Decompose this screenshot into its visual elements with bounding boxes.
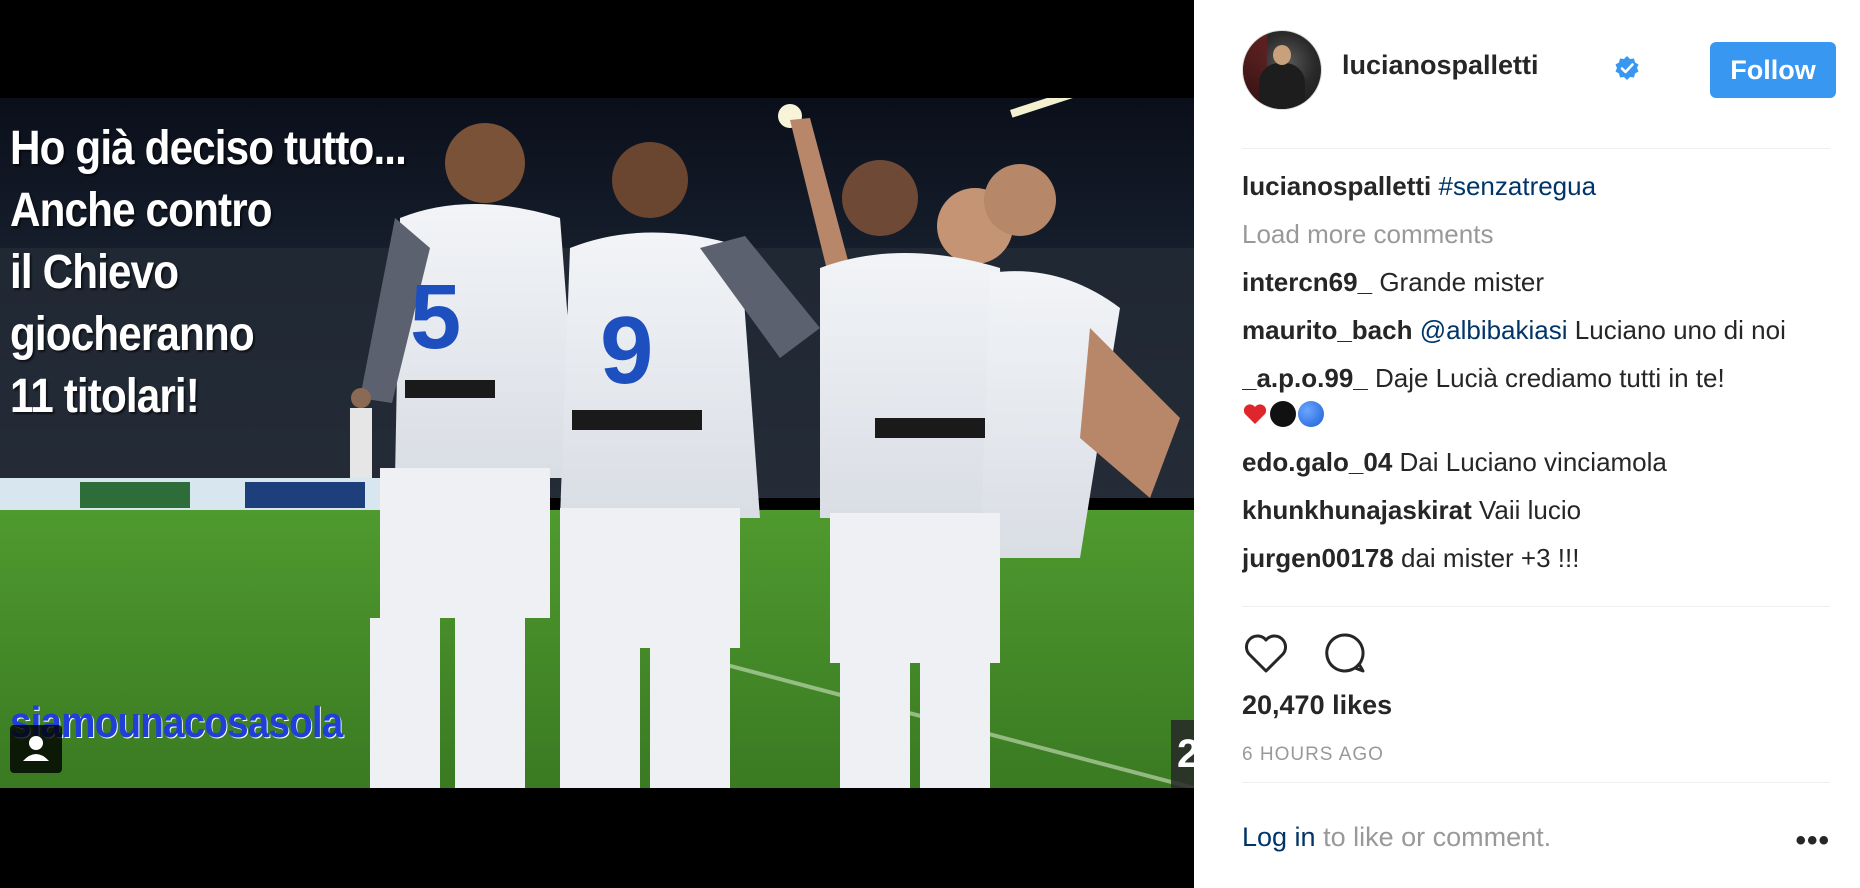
likes-count[interactable]: 20,470 likes	[1242, 690, 1392, 721]
image-overlay-text: Ho già deciso tutto... Anche contro il C…	[10, 118, 407, 428]
blue-circle-icon	[1298, 401, 1324, 427]
jersey-number-middle: 9	[600, 297, 653, 404]
jersey-number-left: 5	[410, 266, 461, 368]
comment-text: Grande mister	[1379, 267, 1545, 297]
verified-badge-icon	[1615, 56, 1639, 80]
divider	[1242, 148, 1830, 149]
load-more-comments[interactable]: Load more comments	[1242, 216, 1822, 252]
comments-list[interactable]: lucianospalletti #senzatregua Load more …	[1242, 168, 1822, 606]
overlay-line: Ho già deciso tutto...	[10, 122, 407, 175]
login-prompt: Log in to like or comment.	[1242, 822, 1551, 853]
post-photo: 5 9 Ho già deciso tutto... Anche contro …	[0, 98, 1194, 788]
comment-username[interactable]: jurgen00178	[1242, 543, 1394, 573]
comment-item: edo.galo_04 Dai Luciano vinciamola	[1242, 444, 1822, 480]
overlay-line: il Chievo	[10, 246, 179, 299]
comment-item: jurgen00178 dai mister +3 !!!	[1242, 540, 1822, 576]
carousel-next-button[interactable]: 2	[1171, 720, 1194, 788]
comment-username[interactable]: _a.p.o.99_	[1242, 363, 1368, 393]
comment-item: _a.p.o.99_ Daje Lucià crediamo tutti in …	[1242, 360, 1822, 432]
comment-username[interactable]: intercn69_	[1242, 267, 1372, 297]
login-link[interactable]: Log in	[1242, 822, 1316, 852]
post-media[interactable]: 5 9 Ho già deciso tutto... Anche contro …	[0, 0, 1194, 888]
comment-text: Vaii lucio	[1478, 495, 1582, 525]
comment-item: intercn69_ Grande mister	[1242, 264, 1822, 300]
like-heart-icon[interactable]	[1242, 630, 1290, 676]
comment-text: Daje Lucià crediamo tutti in te!	[1374, 363, 1725, 393]
comment-text: dai mister +3 !!!	[1400, 543, 1580, 573]
divider	[1242, 782, 1830, 783]
comment-bubble-icon[interactable]	[1322, 630, 1368, 676]
red-heart-icon	[1242, 400, 1268, 426]
caption-hashtag[interactable]: #senzatregua	[1439, 171, 1597, 201]
comment-text: Luciano uno di noi	[1574, 315, 1786, 345]
comment-item: khunkhunajaskirat Vaii lucio	[1242, 492, 1822, 528]
post-header: lucianospalletti Follow	[1242, 30, 1836, 114]
overlay-line: 11 titolari!	[10, 370, 200, 423]
comment-username[interactable]: edo.galo_04	[1242, 447, 1392, 477]
comment-mention[interactable]: @albibakiasi	[1420, 315, 1568, 345]
post-timestamp[interactable]: 6 HOURS AGO	[1242, 744, 1384, 766]
avatar[interactable]	[1242, 30, 1322, 110]
comment-username[interactable]: maurito_bach	[1242, 315, 1413, 345]
user-tag-icon[interactable]	[10, 725, 62, 773]
black-circle-icon	[1270, 401, 1296, 427]
overlay-line: giocheranno	[10, 308, 255, 361]
login-prompt-text: to like or comment.	[1315, 822, 1552, 852]
follow-button[interactable]: Follow	[1710, 42, 1836, 98]
comment-text: Dai Luciano vinciamola	[1399, 447, 1667, 477]
comment-username[interactable]: lucianospalletti	[1242, 171, 1431, 201]
divider	[1242, 606, 1830, 607]
comment-item: maurito_bach @albibakiasi Luciano uno di…	[1242, 312, 1822, 348]
header-username[interactable]: lucianospalletti	[1342, 50, 1539, 81]
comment-username[interactable]: khunkhunajaskirat	[1242, 495, 1472, 525]
caption: lucianospalletti #senzatregua	[1242, 168, 1822, 204]
overlay-line: Anche contro	[10, 184, 273, 237]
post-side-panel: lucianospalletti Follow lucianospalletti…	[1194, 0, 1860, 888]
more-options-icon[interactable]: •••	[1795, 824, 1830, 858]
